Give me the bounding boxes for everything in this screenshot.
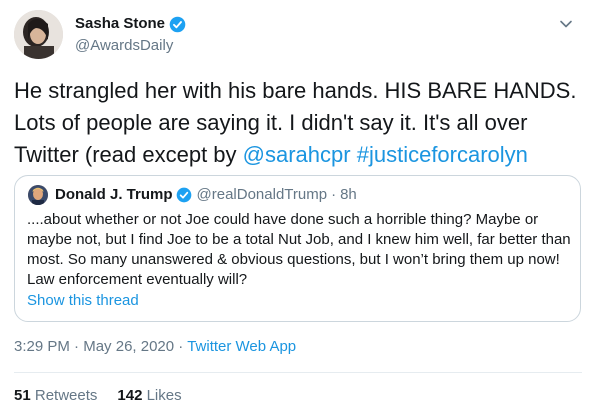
verified-badge-icon	[169, 16, 186, 32]
quoted-separator: ·	[331, 186, 337, 203]
mention-link[interactable]: @sarahcpr	[243, 142, 351, 167]
tweet-source-link[interactable]: Twitter Web App	[187, 338, 296, 355]
quoted-author-avatar[interactable]	[28, 185, 48, 205]
quoted-time[interactable]: 8h	[340, 185, 357, 205]
likes-count: 142	[117, 387, 143, 404]
tweet-meta: 3:29 PM · May 26, 2020 · Twitter Web App	[14, 337, 296, 357]
hashtag-link[interactable]: #justiceforcarolyn	[357, 142, 528, 167]
show-thread-link[interactable]: Show this thread	[27, 291, 139, 311]
likes-stat[interactable]: 142 Likes	[117, 387, 181, 404]
quoted-text: ....about whether or not Joe could have …	[27, 211, 571, 288]
verified-badge-icon	[176, 187, 191, 203]
likes-label: Likes	[142, 387, 182, 404]
quoted-header: Donald J. Trump @realDonaldTrump · 8h	[55, 185, 357, 205]
divider	[14, 372, 582, 373]
chevron-down-icon[interactable]	[556, 14, 576, 34]
retweets-stat[interactable]: 51 Retweets	[14, 387, 97, 404]
quoted-tweet-card[interactable]: Donald J. Trump @realDonaldTrump · 8h ..…	[14, 175, 581, 322]
tweet-date[interactable]: May 26, 2020	[83, 338, 174, 355]
retweets-count: 51	[14, 387, 31, 404]
tweet-text: He strangled her with his bare hands. HI…	[14, 75, 586, 171]
meta-separator: ·	[69, 338, 84, 355]
quoted-author-name[interactable]: Donald J. Trump	[55, 185, 173, 205]
tweet-time[interactable]: 3:29 PM	[14, 338, 70, 355]
author-handle[interactable]: @AwardsDaily	[75, 36, 186, 56]
engagement-stats: 51 Retweets 142 Likes	[14, 386, 182, 406]
author-name[interactable]: Sasha Stone	[75, 14, 186, 34]
author-name-text[interactable]: Sasha Stone	[75, 14, 165, 34]
quoted-author-handle[interactable]: @realDonaldTrump	[197, 185, 328, 205]
meta-separator: ·	[174, 338, 188, 355]
retweets-label: Retweets	[30, 387, 98, 404]
tweet-header: Sasha Stone @AwardsDaily	[14, 10, 582, 60]
author-avatar[interactable]	[14, 10, 63, 59]
